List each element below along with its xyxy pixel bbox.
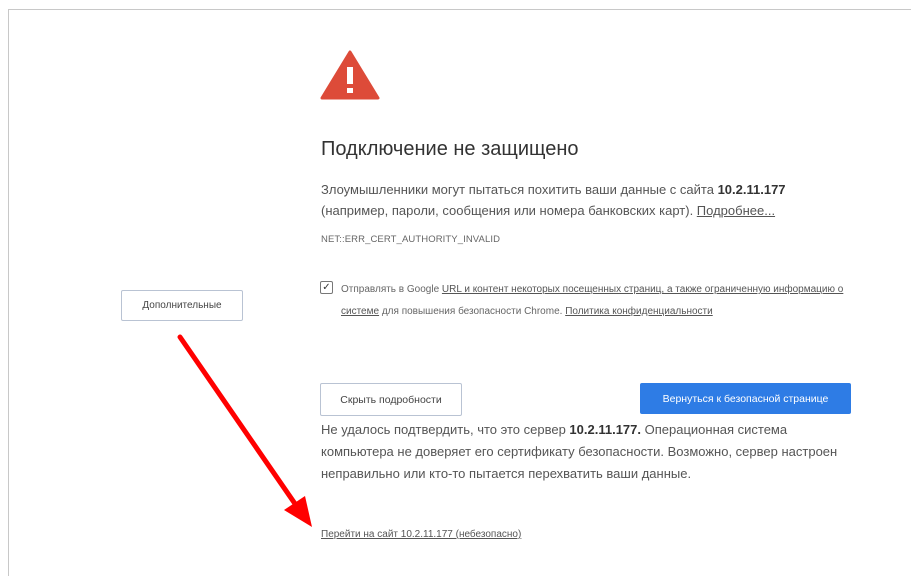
details-prefix: Не удалось подтвердить, что это сервер bbox=[321, 422, 570, 437]
error-description: Злоумышленники могут пытаться похитить в… bbox=[321, 179, 841, 221]
description-prefix: Злоумышленники могут пытаться похитить в… bbox=[321, 182, 718, 197]
report-checkbox[interactable]: ✓ bbox=[320, 281, 333, 294]
warning-triangle-icon bbox=[320, 50, 380, 100]
details-host: 10.2.11.177. bbox=[569, 422, 641, 437]
report-middle: для повышения безопасности Chrome. bbox=[379, 306, 566, 317]
hide-details-button[interactable]: Скрыть подробности bbox=[320, 383, 462, 416]
certificate-details: Не удалось подтвердить, что это сервер 1… bbox=[321, 419, 861, 485]
advanced-button[interactable]: Дополнительные bbox=[121, 290, 243, 321]
privacy-policy-link[interactable]: Политика конфиденциальности bbox=[565, 306, 713, 317]
description-suffix: (например, пароли, сообщения или номера … bbox=[321, 203, 697, 218]
back-to-safety-button[interactable]: Вернуться к безопасной странице bbox=[640, 383, 851, 414]
report-consent-text: Отправлять в Google URL и контент некото… bbox=[341, 279, 846, 323]
description-host: 10.2.11.177 bbox=[717, 182, 786, 197]
report-prefix: Отправлять в Google bbox=[341, 284, 442, 295]
proceed-unsafe-link[interactable]: Перейти на сайт 10.2.11.177 (небезопасно… bbox=[321, 529, 521, 540]
error-code: NET::ERR_CERT_AUTHORITY_INVALID bbox=[321, 234, 501, 245]
checkmark-icon: ✓ bbox=[322, 281, 331, 293]
learn-more-link[interactable]: Подробнее... bbox=[697, 203, 775, 218]
page-title: Подключение не защищено bbox=[321, 138, 579, 160]
